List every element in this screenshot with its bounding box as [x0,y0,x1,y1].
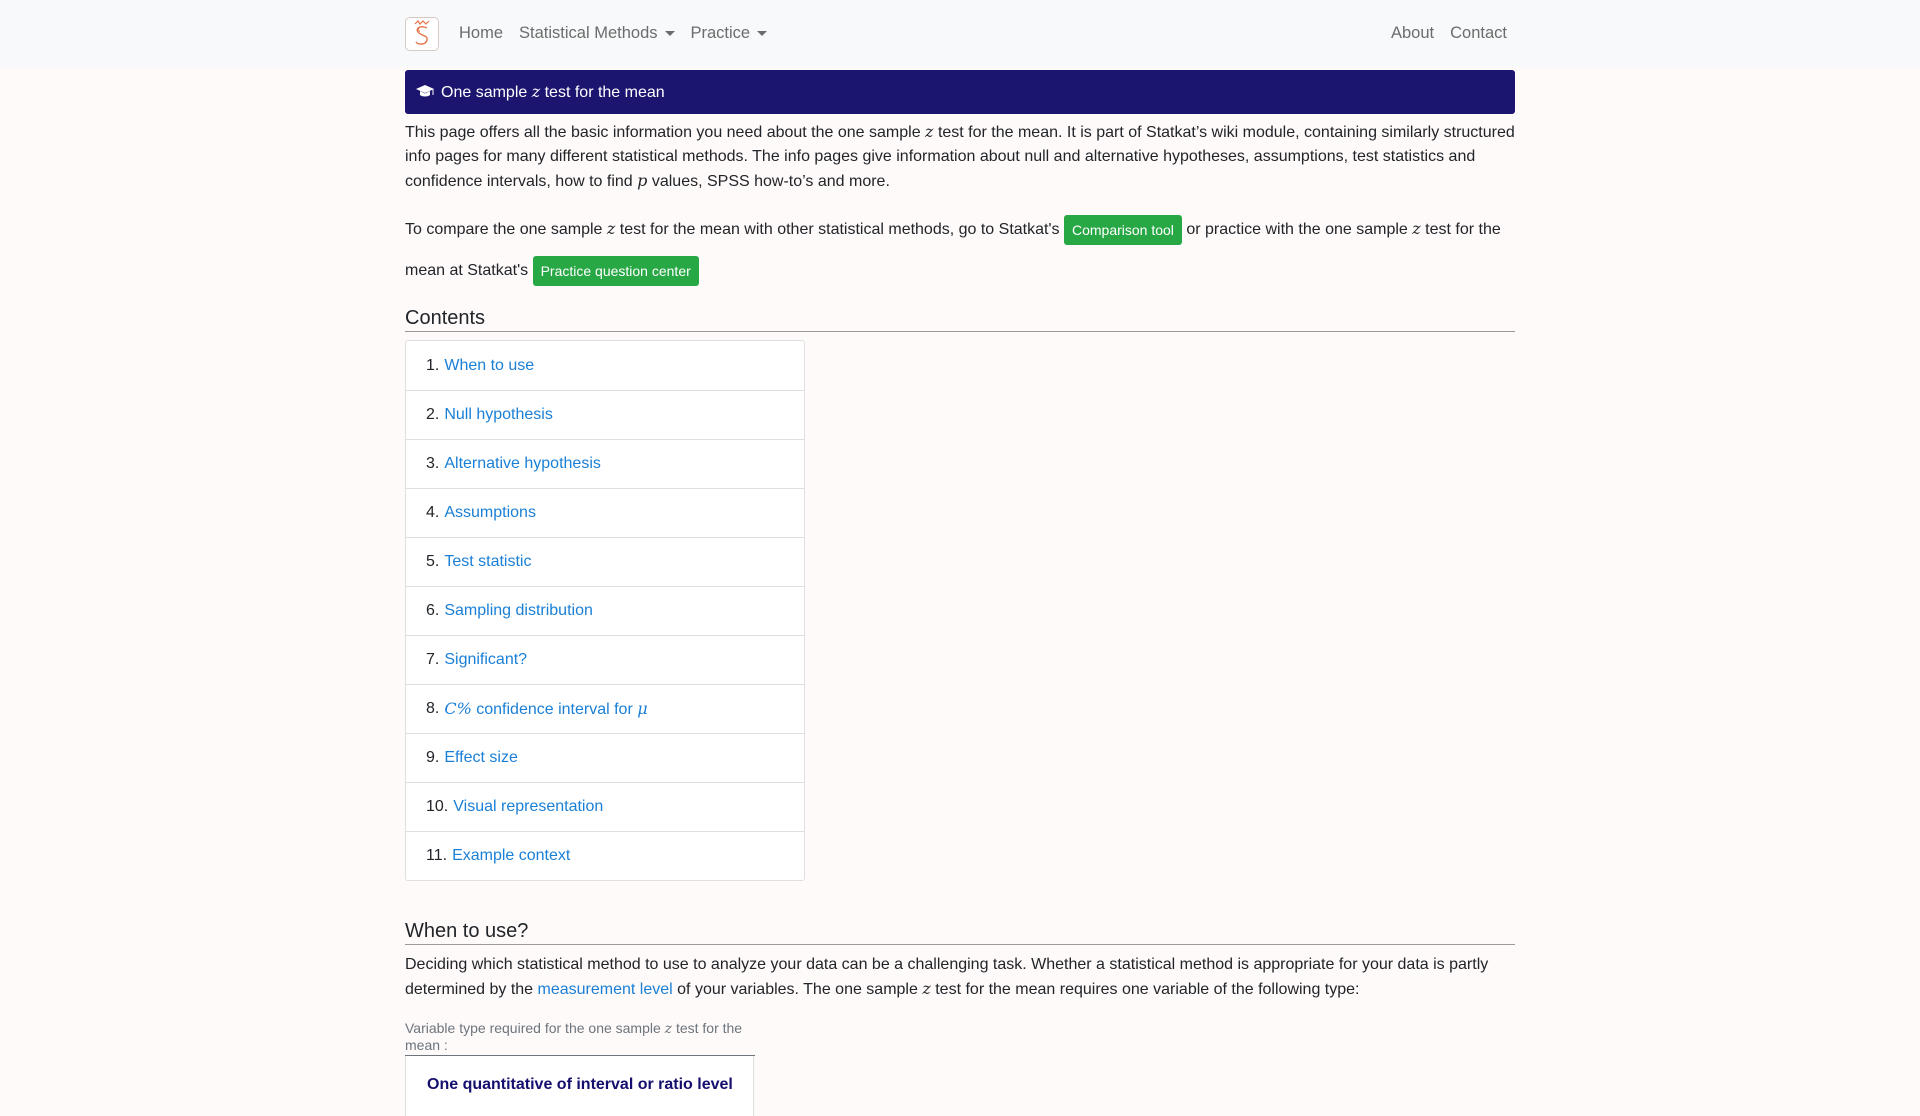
graduation-cap-icon [415,84,435,100]
compare-paragraph: To compare the one sample z test for the… [405,208,1515,291]
contents-item: 7. Significant? [406,635,804,684]
contents-item: 2. Null hypothesis [406,390,804,439]
navbar-inner: Home Statistical Methods Practice About … [405,0,1515,67]
nav-statistical-methods-label: Statistical Methods [519,24,658,42]
when-to-use-heading: When to use? [405,918,1515,945]
practice-question-center-button[interactable]: Practice question center [532,255,699,286]
measurement-level-link[interactable]: measurement level [538,981,673,998]
nav-contact[interactable]: Contact [1442,24,1515,43]
contents-link-effect-size[interactable]: Effect size [444,749,518,767]
contents-link-test-statistic[interactable]: Test statistic [444,553,531,571]
nav-home-label: Home [459,24,504,42]
contents-item: 5. Test statistic [406,537,804,586]
navbar: Home Statistical Methods Practice About … [0,0,1920,67]
main-content: One sample z test for the mean This page… [405,70,1515,1116]
contents-heading: Contents [405,305,1515,332]
when-to-use-paragraph: Deciding which statistical method to use… [405,956,1489,998]
nav-about[interactable]: About [1383,24,1442,43]
contents-list: 1. When to use 2. Null hypothesis 3. Altern… [405,340,805,881]
contents-link-null-hypothesis[interactable]: Null hypothesis [444,406,553,424]
intro-paragraph: This page offers all the basic informati… [405,122,1515,190]
page-title: One sample z test for the mean [441,82,665,101]
caret-down-icon [757,31,768,36]
contents-item: 9. Effect size [406,733,804,782]
variable-type-caption: Variable type required for the one sampl… [405,1020,755,1056]
caret-down-icon [664,31,675,36]
nav-contact-label: Contact [1450,24,1507,42]
comparison-tool-button[interactable]: Comparison tool [1063,214,1182,245]
nav-practice-dropdown[interactable]: Practice [683,24,776,43]
contents-item: 10. Visual representation [406,782,804,831]
variable-type-box: One quantitative of interval or ratio le… [405,1056,754,1116]
contents-link-alternative-hypothesis[interactable]: Alternative hypothesis [444,455,601,473]
contents-link-visual-representation[interactable]: Visual representation [453,798,603,816]
contents-link-significant[interactable]: Significant? [444,651,527,669]
page-title-bar: One sample z test for the mean [405,70,1515,114]
contents-item: 1. When to use [426,356,535,375]
nav-home[interactable]: Home [451,24,511,43]
contents-item: 4. Assumptions [406,488,804,537]
statkat-logo-icon[interactable] [405,16,439,51]
nav-about-label: About [1391,24,1435,42]
contents-link-sampling-distribution[interactable]: Sampling distribution [444,602,593,620]
nav-practice-label: Practice [690,24,751,42]
contents-item: 11. Example context [406,831,804,880]
nav-statistical-methods-dropdown[interactable]: Statistical Methods [511,24,682,43]
contents-item: 6. Sampling distribution [406,586,804,635]
contents-link-assumptions[interactable]: Assumptions [444,504,536,522]
contents-item: 8. C% confidence interval for μ [406,684,804,733]
contents-item: 3. Alternative hypothesis [406,439,804,488]
contents-link-confidence-interval[interactable]: C% confidence interval for μ [444,699,647,719]
contents-link-example-context[interactable]: Example context [452,847,570,865]
contents-link-when-to-use[interactable]: When to use [444,357,534,375]
